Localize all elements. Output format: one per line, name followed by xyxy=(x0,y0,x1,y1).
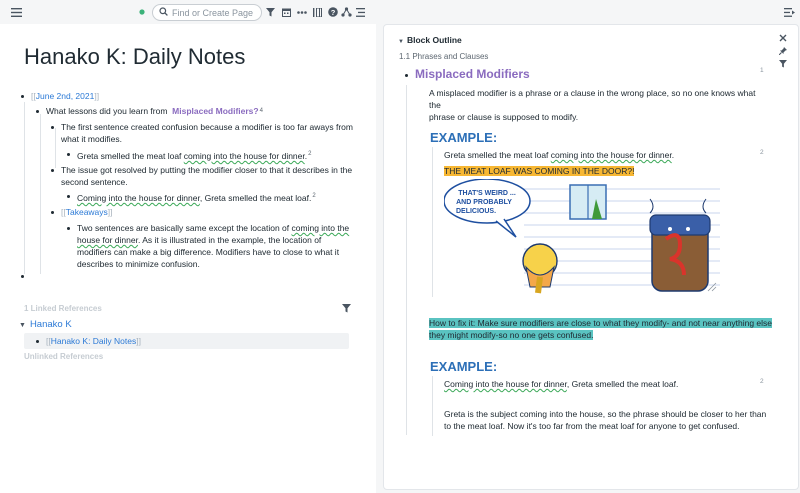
status-dot-icon xyxy=(139,9,145,15)
block-item1-child[interactable]: Greta smelled the meat loaf coming into … xyxy=(67,148,311,162)
indent-guide xyxy=(406,85,407,435)
highlighted-remark[interactable]: THE MEAT LOAF WAS COMING IN THE DOOR?! xyxy=(444,165,635,177)
svg-text:DELICIOUS.: DELICIOUS. xyxy=(456,208,496,215)
ref-page-link[interactable]: Hanako K xyxy=(30,319,72,331)
block-takeaways[interactable]: [[Takeaways]] xyxy=(51,206,113,218)
heading-block[interactable]: Misplaced Modifiers xyxy=(405,68,530,80)
explanation-text[interactable]: Greta is the subject coming into the hou… xyxy=(444,408,784,432)
indent-guide xyxy=(432,147,433,297)
ref-block[interactable]: [[Hanako K: Daily Notes]] xyxy=(24,333,349,349)
definition-text[interactable]: A misplaced modifier is a phrase or a cl… xyxy=(429,87,769,123)
heading[interactable]: Misplaced Modifiers xyxy=(415,68,530,80)
example-sentence-1[interactable]: Greta smelled the meat loaf coming into … xyxy=(444,149,674,161)
sidebar-toggle-icon[interactable] xyxy=(783,6,795,18)
indent-guide xyxy=(40,114,41,274)
svg-text:AND PROBABLY: AND PROBABLY xyxy=(456,199,512,206)
page-title[interactable]: Hanako K: Daily Notes xyxy=(24,44,245,70)
pin-icon[interactable] xyxy=(778,46,788,56)
filter-icon[interactable] xyxy=(342,304,351,313)
calendar-icon[interactable] xyxy=(281,7,291,17)
fix-tip[interactable]: How to fix it: Make sure modifiers are c… xyxy=(429,317,772,341)
menu-icon[interactable] xyxy=(10,6,22,18)
block-takeaway-text[interactable]: Two sentences are basically same except … xyxy=(67,222,357,270)
chevron-down-icon[interactable]: ▼ xyxy=(19,320,26,332)
svg-text:?: ? xyxy=(330,8,335,17)
more-icon[interactable] xyxy=(296,7,307,17)
search-input[interactable]: Find or Create Page xyxy=(152,4,262,21)
linked-references-header[interactable]: 1 Linked References xyxy=(24,304,102,313)
indent-guide xyxy=(24,102,25,274)
filter-icon[interactable] xyxy=(266,7,275,17)
main-page: Hanako K: Daily Notes [[June 2nd, 2021]]… xyxy=(0,24,376,493)
block-item1[interactable]: The first sentence created confusion bec… xyxy=(51,121,356,145)
ref-page-group[interactable]: ▼ Hanako K xyxy=(19,319,72,332)
block-outline-header[interactable]: ▼ Block Outline xyxy=(398,35,462,45)
bullet[interactable] xyxy=(21,95,24,98)
block-count: 2 xyxy=(760,149,764,156)
columns-icon[interactable] xyxy=(312,7,322,17)
block-count: 1 xyxy=(760,67,764,74)
ref-count[interactable]: 4 xyxy=(260,105,263,117)
misplaced-modifiers-link[interactable]: Misplaced Modifiers xyxy=(172,105,253,117)
example-sentence-2[interactable]: Coming into the house for dinner, Greta … xyxy=(444,378,678,390)
example-heading-1[interactable]: EXAMPLE: xyxy=(430,130,497,145)
top-bar: Find or Create Page ? xyxy=(0,0,800,24)
chevron-down-icon[interactable]: ▼ xyxy=(398,39,404,45)
block-item2-child[interactable]: Coming into the house for dinner, Greta … xyxy=(67,190,316,204)
list-icon[interactable] xyxy=(355,7,365,17)
block-date[interactable]: [[June 2nd, 2021]] xyxy=(21,90,99,102)
svg-text:THAT'S WEIRD ...: THAT'S WEIRD ... xyxy=(458,190,516,197)
indent-guide xyxy=(432,376,433,436)
search-placeholder: Find or Create Page xyxy=(172,7,254,18)
right-sidebar: ▼ Block Outline 1.1 Phrases and Clauses M… xyxy=(383,24,799,490)
block-count: 2 xyxy=(760,378,764,385)
date-link[interactable]: June 2nd, 2021 xyxy=(36,90,95,102)
block-question[interactable]: What lessons did you learn from Misplace… xyxy=(36,105,263,117)
example-heading-2[interactable]: EXAMPLE: xyxy=(430,359,497,374)
meat-loaf-illustration: THAT'S WEIRD ... AND PROBABLY DELICIOUS. xyxy=(443,178,720,295)
empty-block[interactable] xyxy=(21,270,31,278)
search-icon xyxy=(159,7,168,18)
graph-icon[interactable] xyxy=(341,6,352,17)
takeaways-link[interactable]: Takeaways xyxy=(66,206,108,218)
block-item2[interactable]: The issue got resolved by putting the mo… xyxy=(51,164,356,188)
breadcrumb[interactable]: 1.1 Phrases and Clauses xyxy=(399,52,488,61)
close-icon[interactable] xyxy=(778,33,788,43)
unlinked-references-header[interactable]: Unlinked References xyxy=(24,352,103,361)
help-icon[interactable]: ? xyxy=(327,6,338,17)
filter-icon[interactable] xyxy=(778,59,788,69)
ref-block-link[interactable]: Hanako K: Daily Notes xyxy=(51,335,137,347)
